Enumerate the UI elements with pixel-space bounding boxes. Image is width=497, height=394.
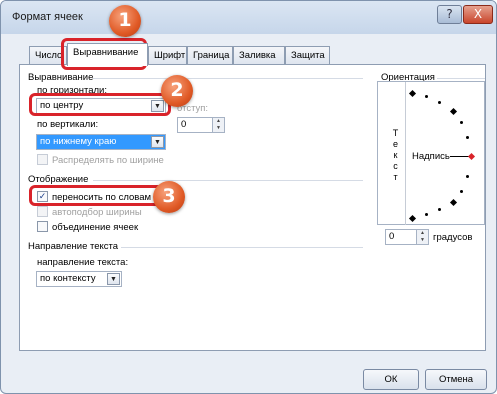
close-button[interactable]: X <box>463 5 493 24</box>
step-marker-3: 3 <box>153 181 185 213</box>
orientation-separator <box>437 78 485 79</box>
distribute-label: Распределять по ширине <box>52 155 164 166</box>
tab-protection[interactable]: Защита <box>285 46 330 65</box>
step-marker-2: 2 <box>161 75 193 107</box>
chevron-down-icon[interactable]: ▼ <box>107 273 120 285</box>
distribute-checkbox[interactable] <box>37 154 48 165</box>
vertical-text-letter: с <box>393 161 398 171</box>
indent-spinner[interactable]: 0 ▲ ▼ <box>177 117 225 133</box>
angle-dot[interactable] <box>425 213 428 216</box>
spinner-arrows-icon[interactable]: ▲ ▼ <box>212 118 224 132</box>
direction-group-label: Направление текста <box>28 241 119 252</box>
angle-handle[interactable] <box>467 152 476 161</box>
angle-marker[interactable] <box>449 198 458 207</box>
angle-marker[interactable] <box>408 214 417 223</box>
alignment-group-label: Выравнивание <box>28 72 94 83</box>
direction-value: по контексту <box>40 273 96 284</box>
angle-dot[interactable] <box>438 101 441 104</box>
merge-label: объединение ячеек <box>52 222 139 233</box>
orientation-box[interactable]: Т е к с т Надпись <box>377 81 485 225</box>
help-button[interactable]: ? <box>437 5 462 24</box>
direction-separator <box>121 247 363 248</box>
vertical-text-letter: е <box>392 139 398 149</box>
angle-dot[interactable] <box>466 175 469 178</box>
autofit-label: автоподбор ширины <box>52 207 142 218</box>
tab-fill[interactable]: Заливка <box>233 46 285 65</box>
angle-marker[interactable] <box>408 89 417 98</box>
spinner-arrows-icon[interactable]: ▲ ▼ <box>416 230 428 244</box>
window-title: Формат ячеек <box>12 11 83 23</box>
direction-select[interactable]: по контексту ▼ <box>36 271 122 287</box>
highlight-wrap-checkbox <box>29 185 171 206</box>
merge-checkbox[interactable] <box>37 221 48 232</box>
angle-dot[interactable] <box>460 121 463 124</box>
tab-alignment[interactable]: Выравнивание <box>67 43 148 66</box>
angle-dot[interactable] <box>460 190 463 193</box>
degrees-label: градусов <box>433 232 473 243</box>
angle-dot[interactable] <box>438 208 441 211</box>
tab-font[interactable]: Шрифт <box>148 46 187 65</box>
direction-label: направление текста: <box>37 257 129 268</box>
highlight-horizontal-select <box>29 93 171 116</box>
cancel-button[interactable]: Отмена <box>425 369 487 390</box>
ok-button[interactable]: ОК <box>363 369 419 390</box>
display-group-label: Отображение <box>28 174 89 185</box>
degrees-value: 0 <box>389 231 395 242</box>
angle-dot[interactable] <box>466 136 469 139</box>
vertical-select[interactable]: по нижнему краю ▼ <box>36 134 166 150</box>
vertical-text-button[interactable]: Т е к с т <box>386 82 406 225</box>
angle-dot[interactable] <box>425 95 428 98</box>
angle-marker[interactable] <box>449 107 458 116</box>
title-bar[interactable]: Формат ячеек ? X <box>1 1 496 34</box>
chevron-down-icon[interactable]: ▼ <box>151 136 164 148</box>
orientation-caption: Надпись <box>412 151 450 162</box>
vertical-value: по нижнему краю <box>40 136 117 147</box>
tab-border[interactable]: Граница <box>187 46 233 65</box>
vertical-label: по вертикали: <box>37 119 99 130</box>
display-separator <box>93 180 363 181</box>
degrees-spinner[interactable]: 0 ▲ ▼ <box>385 229 429 245</box>
indent-value: 0 <box>181 119 187 130</box>
autofit-checkbox[interactable] <box>37 206 48 217</box>
step-marker-1: 1 <box>109 5 141 37</box>
vertical-text-letter: т <box>393 172 398 182</box>
alignment-separator <box>93 78 363 79</box>
vertical-text-letter: к <box>393 150 398 160</box>
vertical-text-letter: Т <box>392 128 399 138</box>
